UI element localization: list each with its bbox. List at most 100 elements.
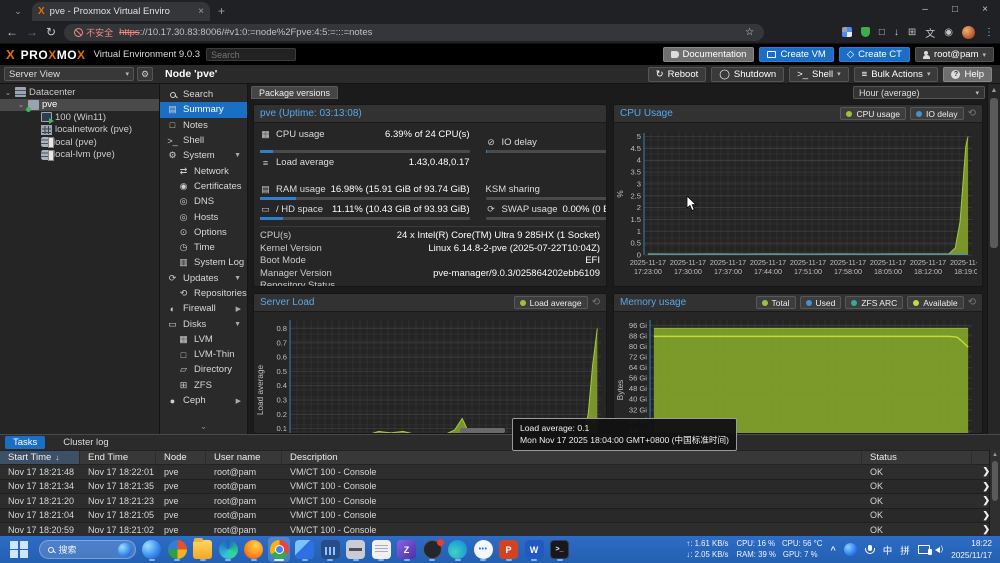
view-selector[interactable]: Server View▾ xyxy=(4,67,134,81)
legend-available[interactable]: Available xyxy=(907,296,963,309)
tree-item-local-lvm-pve[interactable]: local-lvm (pve) xyxy=(0,149,159,162)
taskbar-app-copilot[interactable] xyxy=(141,537,163,562)
sidebar-item-ceph[interactable]: ●Ceph▶ xyxy=(160,393,247,408)
table-row[interactable]: Nov 17 18:21:34Nov 17 18:21:35pveroot@pa… xyxy=(0,480,1000,495)
tab-cluster-log[interactable]: Cluster log xyxy=(55,436,116,449)
taskbar-app-word[interactable]: W xyxy=(523,537,545,562)
sidebar-item-search[interactable]: Search xyxy=(160,87,247,102)
taskbar-app-notepad[interactable] xyxy=(370,537,392,562)
column-header-description[interactable]: Description xyxy=(282,451,862,464)
table-row[interactable]: Nov 17 18:21:48Nov 17 18:22:01pveroot@pa… xyxy=(0,465,1000,480)
taskbar-app-monitor-app[interactable] xyxy=(319,537,341,562)
profile-avatar[interactable] xyxy=(962,26,975,39)
reset-zoom-icon[interactable]: ⟲ xyxy=(968,108,976,119)
taskbar-app-clipchamp[interactable] xyxy=(447,537,469,562)
column-header-user-name[interactable]: User name xyxy=(206,451,282,464)
sidebar-item-time[interactable]: ◷Time xyxy=(160,240,247,255)
reset-zoom-icon[interactable]: ⟲ xyxy=(968,297,976,308)
minimize-button[interactable]: – xyxy=(910,0,940,18)
bookmark-star-icon[interactable]: ☆ xyxy=(745,27,754,38)
taskbar-app-recorder[interactable] xyxy=(421,537,443,562)
ime-language-indicator[interactable]: 中 xyxy=(883,543,893,557)
create-vm-button[interactable]: Create VM xyxy=(759,47,833,62)
adblock-shield-icon[interactable] xyxy=(861,27,870,37)
translate-icon[interactable]: 文 xyxy=(925,25,935,40)
view-gear-button[interactable]: ⚙ xyxy=(137,67,153,81)
shutdown-button[interactable]: ◯Shutdown xyxy=(711,67,784,82)
tab-tasks[interactable]: Tasks xyxy=(5,436,45,449)
package-versions-button[interactable]: Package versions xyxy=(251,86,338,99)
legend-cpu-usage[interactable]: CPU usage xyxy=(840,107,905,120)
reader-icon[interactable]: ◉ xyxy=(944,27,953,38)
tab-search-icon[interactable]: ⌄ xyxy=(6,3,30,19)
taskbar-app-messenger[interactable]: ••• xyxy=(472,537,494,562)
not-secure-badge[interactable]: 不安全 xyxy=(74,26,113,39)
sidebar-item-dns[interactable]: ◎DNS xyxy=(160,194,247,209)
sidebar-item-directory[interactable]: ▱Directory xyxy=(160,362,247,377)
start-button[interactable] xyxy=(10,541,28,559)
address-bar[interactable]: 不安全 https://10.17.30.83:8006/#v1:0:=node… xyxy=(64,24,764,41)
scrollbar-thumb[interactable] xyxy=(990,98,998,248)
column-header-node[interactable]: Node xyxy=(156,451,206,464)
tree-item-localnetwork-pve[interactable]: localnetwork (pve) xyxy=(0,124,159,137)
sidebar-item-system-log[interactable]: ▥System Log xyxy=(160,255,247,270)
column-header-end-time[interactable]: End Time xyxy=(80,451,156,464)
sidebar-item-summary[interactable]: ▤Summary xyxy=(160,102,247,117)
scroll-up-icon[interactable]: ▲ xyxy=(990,450,1000,460)
download-icon[interactable]: ↓ xyxy=(894,27,899,38)
column-header-start-time[interactable]: Start Time↓ xyxy=(0,451,80,464)
taskbar-app-firefox[interactable] xyxy=(243,537,265,562)
bulk-actions-button[interactable]: ≡Bulk Actions▾ xyxy=(854,67,939,82)
legend-zfs-arc[interactable]: ZFS ARC xyxy=(845,296,903,309)
sidebar-item-repositories[interactable]: ⟲Repositories xyxy=(160,286,247,301)
header-search-input[interactable] xyxy=(206,48,296,61)
shell-button[interactable]: >_Shell▾ xyxy=(789,67,848,82)
tab-group-icon[interactable]: □ xyxy=(879,27,885,38)
microphone-icon[interactable] xyxy=(867,545,873,554)
column-header-status[interactable]: Status xyxy=(862,451,972,464)
menu-collapse-icon[interactable]: ⌄ xyxy=(160,421,247,434)
legend-used[interactable]: Used xyxy=(800,296,842,309)
scroll-up-icon[interactable]: ▲ xyxy=(988,84,1000,96)
sidebar-item-network[interactable]: ⇄Network xyxy=(160,163,247,178)
period-select[interactable]: Hour (average)▾ xyxy=(853,86,985,99)
browser-menu-icon[interactable]: ⋮ xyxy=(984,27,994,38)
tree-item-100-win11[interactable]: 100 (Win11) xyxy=(0,111,159,124)
sidebar-item-disks[interactable]: ▭Disks▼ xyxy=(160,316,247,331)
sidebar-item-updates[interactable]: ⟳Updates▼ xyxy=(160,271,247,286)
sidebar-item-lvm[interactable]: ▦LVM xyxy=(160,332,247,347)
reboot-button[interactable]: ↻Reboot xyxy=(648,67,707,82)
help-button[interactable]: ?Help xyxy=(943,67,992,82)
reset-zoom-icon[interactable]: ⟲ xyxy=(592,297,600,308)
create-ct-button[interactable]: ◇Create CT xyxy=(839,47,910,62)
tree-item-pve[interactable]: ⌄pve xyxy=(0,99,159,112)
content-scrollbar[interactable]: ▲ xyxy=(987,84,1000,434)
ime-mode-indicator[interactable]: 拼 xyxy=(900,543,910,557)
taskbar-app-edge[interactable] xyxy=(217,537,239,562)
tray-expand-icon[interactable]: ^ xyxy=(830,545,835,555)
tasks-scrollbar[interactable]: ▲ xyxy=(989,450,1000,536)
taskbar-app-terminal[interactable]: >_ xyxy=(549,537,571,562)
taskbar-app-powerpoint[interactable]: P xyxy=(498,537,520,562)
sidebar-item-shell[interactable]: >_Shell xyxy=(160,133,247,148)
tray-app-icon[interactable] xyxy=(844,543,857,556)
sidebar-item-system[interactable]: ⚙System▼ xyxy=(160,148,247,163)
display-icon[interactable] xyxy=(918,545,930,554)
tab-close-icon[interactable]: × xyxy=(198,6,204,17)
reload-icon[interactable]: ↻ xyxy=(46,25,56,39)
back-icon[interactable]: ← xyxy=(6,25,18,39)
forward-icon[interactable]: → xyxy=(26,25,38,39)
taskbar-app-file-explorer[interactable] xyxy=(192,537,214,562)
close-button[interactable]: × xyxy=(970,0,1000,18)
tree-item-datacenter[interactable]: ⌄Datacenter xyxy=(0,86,159,99)
sidebar-item-firewall[interactable]: ◐Firewall▶ xyxy=(160,301,247,316)
new-tab-button[interactable]: + xyxy=(218,4,225,18)
user-menu-button[interactable]: root@pam▾ xyxy=(915,47,994,62)
tasks-scrollbar-thumb[interactable] xyxy=(992,461,998,501)
sidebar-item-certificates[interactable]: ◉Certificates xyxy=(160,179,247,194)
table-row[interactable]: Nov 17 18:21:20Nov 17 18:21:23pveroot@pa… xyxy=(0,494,1000,509)
taskbar-search[interactable]: 搜索 xyxy=(39,540,136,559)
legend-load-average[interactable]: Load average xyxy=(514,296,588,309)
sidebar-item-notes[interactable]: □Notes xyxy=(160,118,247,133)
legend-io-delay[interactable]: IO delay xyxy=(910,107,964,120)
